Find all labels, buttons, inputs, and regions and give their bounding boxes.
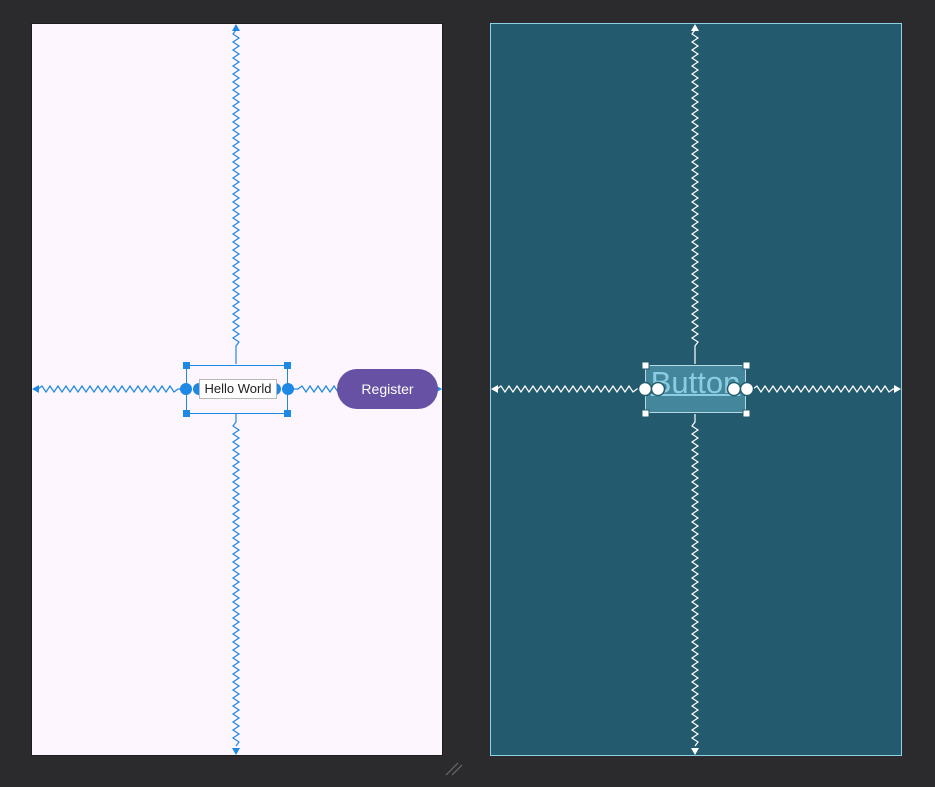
- bp-handle-bottom-left[interactable]: [641, 409, 650, 418]
- bp-left-arrow-icon: [491, 385, 498, 393]
- bp-anchor-left-inner[interactable]: [650, 381, 666, 397]
- bp-anchor-right-inner[interactable]: [726, 381, 742, 397]
- bp-handle-bottom-right[interactable]: [742, 409, 751, 418]
- bp-bottom-arrow-icon: [691, 748, 699, 755]
- bp-handle-top-right[interactable]: [742, 361, 751, 370]
- bp-constraint-right-zigzag[interactable]: [747, 384, 896, 394]
- bp-anchor-right-outer[interactable]: [739, 381, 755, 397]
- bp-anchor-left-outer[interactable]: [637, 381, 653, 397]
- bp-top-arrow-icon: [691, 24, 699, 31]
- blueprint-constraints-overlay: [491, 24, 901, 755]
- bp-constraint-left-zigzag[interactable]: [496, 384, 643, 394]
- bp-handle-top-left[interactable]: [641, 361, 650, 370]
- panel-resize-grip-icon[interactable]: [444, 760, 464, 776]
- bp-constraint-top-zigzag[interactable]: [690, 29, 700, 364]
- bp-constraint-bottom-zigzag[interactable]: [690, 414, 700, 747]
- bp-right-arrow-icon: [894, 385, 901, 393]
